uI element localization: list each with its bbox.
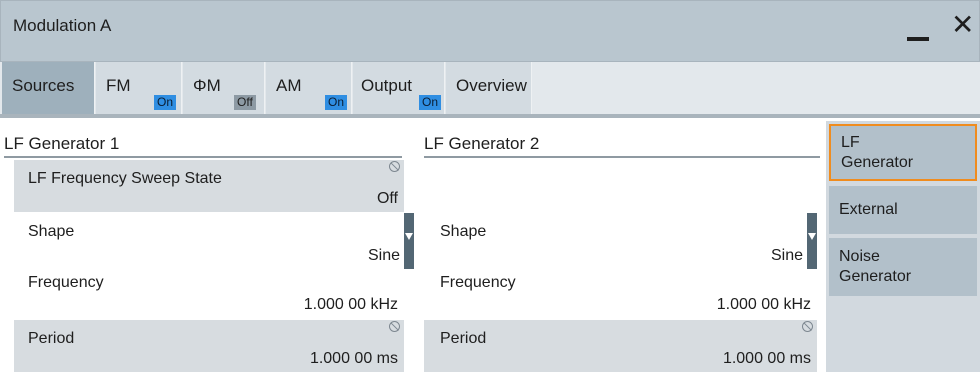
tab-label: Output xyxy=(361,76,413,95)
field-value: 1.000 00 kHz xyxy=(303,296,398,313)
field-value: 1.000 00 ms xyxy=(309,350,398,367)
side-button-lf-generator[interactable]: LF Generator xyxy=(829,124,977,181)
field-label: Period xyxy=(28,330,75,347)
tab-label: Sources xyxy=(12,76,75,95)
tab-overview[interactable]: Overview xyxy=(446,62,532,114)
tab-bar: Sources FM On ΦM Off AM On Output On Ove… xyxy=(0,62,980,118)
field-value: Sine xyxy=(770,247,803,264)
tab-output[interactable]: Output On xyxy=(353,62,445,114)
lf1-shape-dropdown[interactable]: Shape Sine xyxy=(14,213,414,269)
lf1-period-field[interactable]: Period 1.000 00 ms xyxy=(14,320,404,372)
side-button-label: LF xyxy=(841,134,860,151)
field-value: Off xyxy=(376,190,398,207)
field-label: Frequency xyxy=(28,274,104,291)
side-button-noise-generator[interactable]: Noise Generator xyxy=(829,238,977,296)
tab-label: Overview xyxy=(456,76,527,95)
lf-generator-2-heading: LF Generator 2 xyxy=(424,134,540,153)
status-badge: On xyxy=(154,95,177,110)
field-label: Period xyxy=(440,330,487,347)
field-value: 1.000 00 ms xyxy=(722,350,811,367)
lf2-shape-dropdown[interactable]: Shape Sine xyxy=(424,213,817,269)
side-button-external[interactable]: External xyxy=(829,186,977,234)
lf-generator-1-heading: LF Generator 1 xyxy=(4,134,120,153)
close-icon[interactable]: ✕ xyxy=(951,10,974,40)
tab-fm[interactable]: FM On xyxy=(96,62,182,114)
status-badge: Off xyxy=(234,95,256,110)
not-editable-icon xyxy=(389,321,400,332)
lf2-frequency-field[interactable]: Frequency 1.000 00 kHz xyxy=(424,270,817,318)
side-button-label: External xyxy=(839,201,898,218)
tab-label: ΦM xyxy=(193,76,221,95)
not-editable-icon xyxy=(389,161,400,172)
field-label: Shape xyxy=(440,223,487,240)
not-editable-icon xyxy=(802,321,813,332)
tab-am[interactable]: AM On xyxy=(266,62,352,114)
window-title: Modulation A xyxy=(13,16,112,35)
dropdown-arrow-icon[interactable] xyxy=(404,213,414,269)
lf2-period-field[interactable]: Period 1.000 00 ms xyxy=(424,320,817,372)
tab-phase-m[interactable]: ΦM Off xyxy=(183,62,265,114)
field-value: 1.000 00 kHz xyxy=(716,296,811,313)
dropdown-arrow-icon[interactable] xyxy=(807,213,817,269)
section-divider xyxy=(4,156,402,158)
section-divider xyxy=(424,156,820,158)
field-value: Sine xyxy=(367,247,400,264)
tab-label: FM xyxy=(106,76,131,95)
window-title-bar: Modulation A ✕ xyxy=(0,0,980,62)
tab-label: AM xyxy=(276,76,302,95)
field-label: Frequency xyxy=(440,274,516,291)
lf-frequency-sweep-state-field[interactable]: LF Frequency Sweep State Off xyxy=(14,160,404,212)
side-button-label: Generator xyxy=(841,154,914,171)
lf1-frequency-field[interactable]: Frequency 1.000 00 kHz xyxy=(14,270,404,318)
side-button-label: Generator xyxy=(839,268,912,285)
status-badge: On xyxy=(325,95,348,110)
side-button-label: Noise xyxy=(839,248,880,265)
field-label: LF Frequency Sweep State xyxy=(28,170,222,187)
field-label: Shape xyxy=(28,223,75,240)
minimize-icon[interactable] xyxy=(907,23,929,41)
status-badge: On xyxy=(419,95,442,110)
tab-sources[interactable]: Sources xyxy=(2,62,95,114)
